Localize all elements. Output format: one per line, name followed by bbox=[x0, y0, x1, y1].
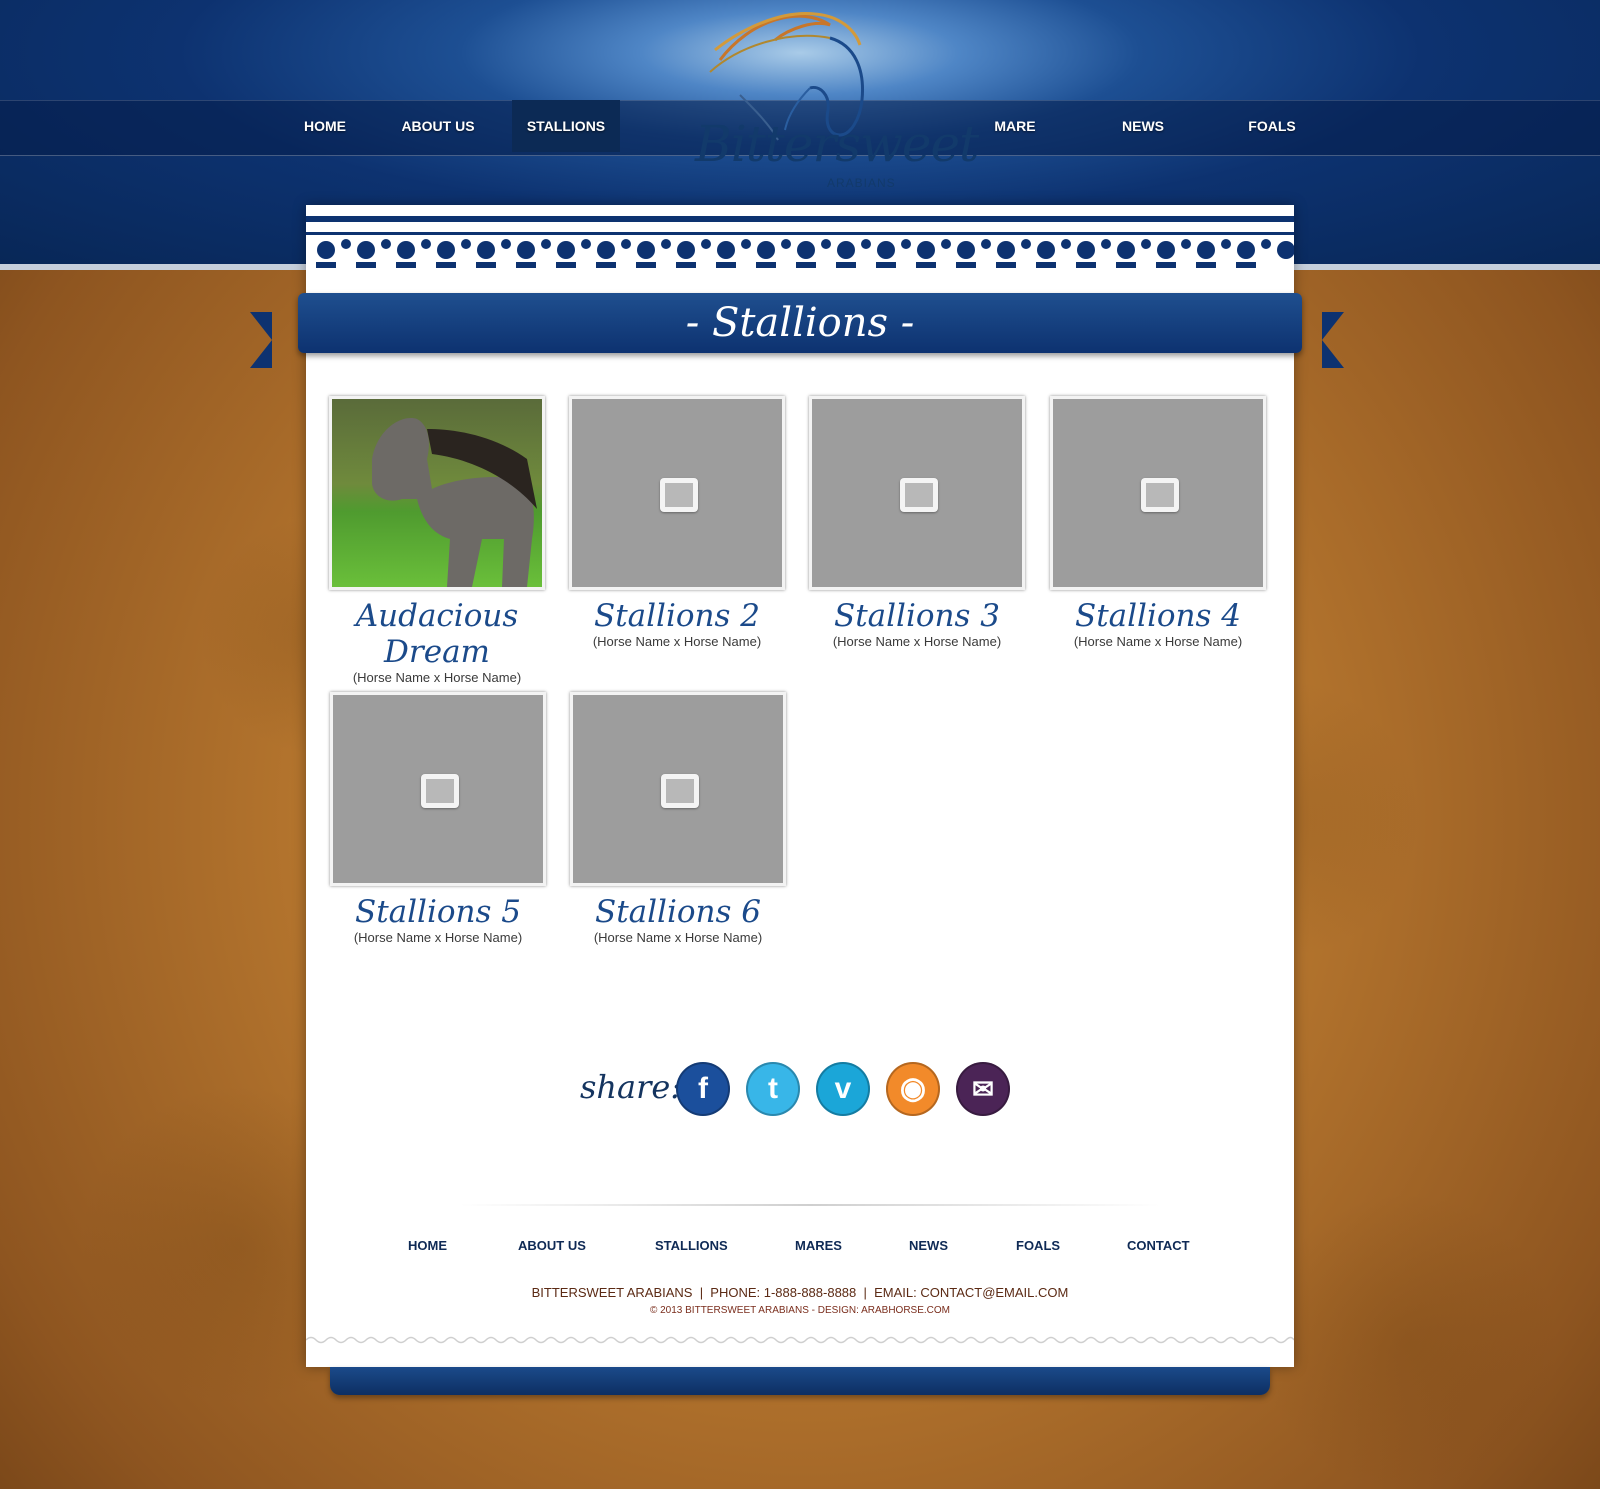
stallion-name[interactable]: Stallions 6 bbox=[570, 894, 786, 930]
twitter-icon[interactable]: t bbox=[746, 1062, 800, 1116]
logo-brand: Bittersweet bbox=[695, 115, 979, 173]
footer-nav-news[interactable]: NEWS bbox=[909, 1238, 948, 1253]
footer-wave-border bbox=[306, 1336, 1294, 1344]
share-label: share: bbox=[580, 1068, 682, 1106]
footer-nav-about-us[interactable]: ABOUT US bbox=[518, 1238, 586, 1253]
stallion-card[interactable]: Stallions 2 (Horse Name x Horse Name) bbox=[569, 396, 785, 649]
stallion-card[interactable]: Stallions 6 (Horse Name x Horse Name) bbox=[570, 692, 786, 945]
stallion-lineage: (Horse Name x Horse Name) bbox=[352, 670, 522, 685]
stallion-name[interactable]: Stallions 2 bbox=[569, 598, 785, 634]
stallion-lineage: (Horse Name x Horse Name) bbox=[353, 930, 523, 945]
logo-subtitle: ARABIANS bbox=[827, 176, 896, 190]
damask-ornament-icon bbox=[306, 205, 1294, 268]
image-placeholder-icon bbox=[900, 478, 938, 512]
stallion-lineage: (Horse Name x Horse Name) bbox=[832, 634, 1002, 649]
horse-photo-icon bbox=[372, 418, 537, 587]
nav-foals[interactable]: FOALS bbox=[1236, 100, 1308, 152]
footer-divider bbox=[460, 1204, 1160, 1206]
copyright: © 2013 BITTERSWEET ARABIANS - DESIGN: AR… bbox=[649, 1305, 951, 1316]
image-placeholder-icon bbox=[421, 774, 459, 808]
email-icon[interactable]: ✉ bbox=[956, 1062, 1010, 1116]
nav-home[interactable]: HOME bbox=[290, 100, 360, 152]
stallion-card[interactable]: Audacious Dream (Horse Name x Horse Name… bbox=[329, 396, 545, 685]
footer-nav-foals[interactable]: FOALS bbox=[1016, 1238, 1060, 1253]
stallion-card[interactable]: Stallions 4 (Horse Name x Horse Name) bbox=[1050, 396, 1266, 649]
footer-nav-mares[interactable]: MARES bbox=[795, 1238, 842, 1253]
stallion-card[interactable]: Stallions 5 (Horse Name x Horse Name) bbox=[330, 692, 546, 945]
image-placeholder-icon bbox=[661, 774, 699, 808]
footer-ribbon bbox=[330, 1367, 1270, 1395]
stallion-photo[interactable] bbox=[809, 396, 1025, 590]
contact-line: BITTERSWEET ARABIANS | PHONE: 1-888-888-… bbox=[531, 1285, 1069, 1300]
image-placeholder-icon bbox=[660, 478, 698, 512]
nav-mare[interactable]: MARE bbox=[980, 100, 1050, 152]
image-placeholder-icon bbox=[1141, 478, 1179, 512]
stallion-name[interactable]: Stallions 4 bbox=[1050, 598, 1266, 634]
stallion-photo[interactable] bbox=[1050, 396, 1266, 590]
footer-nav-stallions[interactable]: STALLIONS bbox=[655, 1238, 728, 1253]
stallion-photo[interactable] bbox=[330, 692, 546, 886]
ribbon-tail-left bbox=[250, 312, 272, 368]
stallion-card[interactable]: Stallions 3 (Horse Name x Horse Name) bbox=[809, 396, 1025, 649]
facebook-icon[interactable]: f bbox=[676, 1062, 730, 1116]
footer-nav-home[interactable]: HOME bbox=[408, 1238, 447, 1253]
stallion-photo[interactable] bbox=[570, 692, 786, 886]
rss-icon[interactable]: ◉ bbox=[886, 1062, 940, 1116]
page-title: - Stallions - bbox=[685, 300, 915, 346]
vimeo-icon[interactable]: v bbox=[816, 1062, 870, 1116]
ribbon-tail-right bbox=[1322, 312, 1344, 368]
nav-about-us[interactable]: ABOUT US bbox=[392, 100, 484, 152]
stallion-lineage: (Horse Name x Horse Name) bbox=[1073, 634, 1243, 649]
nav-news[interactable]: NEWS bbox=[1108, 100, 1178, 152]
stallion-name[interactable]: Stallions 5 bbox=[330, 894, 546, 930]
stallion-name[interactable]: Audacious Dream bbox=[329, 598, 545, 670]
nav-stallions[interactable]: STALLIONS bbox=[512, 100, 620, 152]
stallion-photo[interactable] bbox=[329, 396, 545, 590]
stallion-photo[interactable] bbox=[569, 396, 785, 590]
stallion-lineage: (Horse Name x Horse Name) bbox=[592, 634, 762, 649]
stallion-name[interactable]: Stallions 3 bbox=[809, 598, 1025, 634]
footer-nav-contact[interactable]: CONTACT bbox=[1127, 1238, 1190, 1253]
stallion-lineage: (Horse Name x Horse Name) bbox=[593, 930, 763, 945]
